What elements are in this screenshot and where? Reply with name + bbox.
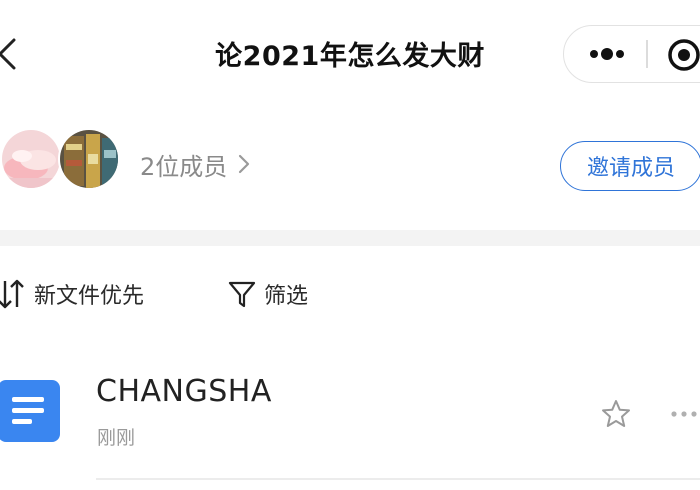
more-dots-icon xyxy=(590,48,624,60)
invite-members-button[interactable]: 邀请成员 xyxy=(560,141,700,191)
file-more-button[interactable] xyxy=(668,400,700,428)
row-divider xyxy=(96,478,700,480)
file-list-item[interactable]: CHANGSHA 刚刚 xyxy=(0,342,700,482)
avatar-store-shelves-image xyxy=(60,130,118,188)
mini-program-capsule xyxy=(563,25,700,83)
avatar-pink-shoes-image xyxy=(2,130,60,188)
capsule-divider xyxy=(646,40,648,68)
members-count-link[interactable]: 2位成员 xyxy=(140,146,251,182)
document-icon xyxy=(0,380,60,442)
star-button[interactable] xyxy=(600,398,632,430)
members-row: 2位成员 邀请成员 xyxy=(0,104,700,228)
star-icon xyxy=(602,400,630,427)
more-horizontal-icon xyxy=(671,411,697,417)
filter-button[interactable]: 筛选 xyxy=(228,276,308,312)
page: 论2021年怎么发大财 2位成员 邀请成员 新文件优先 筛选 CHANGSHA … xyxy=(0,0,700,490)
filter-label: 筛选 xyxy=(264,284,309,309)
member-avatar[interactable] xyxy=(58,128,120,190)
filter-funnel-icon xyxy=(228,281,256,308)
more-button[interactable] xyxy=(582,36,632,72)
close-mini-program-button[interactable] xyxy=(664,35,700,75)
member-avatar[interactable] xyxy=(0,128,62,190)
members-count: 2位成员 xyxy=(140,152,228,181)
file-modified-time: 刚刚 xyxy=(97,427,136,449)
sort-arrows-icon xyxy=(0,279,24,309)
nav-bar: 论2021年怎么发大财 xyxy=(0,0,700,104)
target-close-icon xyxy=(668,39,700,71)
list-toolbar: 新文件优先 筛选 xyxy=(0,246,700,342)
section-divider xyxy=(0,230,700,246)
sort-button[interactable]: 新文件优先 xyxy=(0,276,144,312)
file-name: CHANGSHA xyxy=(96,374,272,409)
chevron-right-icon xyxy=(239,154,250,174)
sort-label: 新文件优先 xyxy=(34,284,145,309)
